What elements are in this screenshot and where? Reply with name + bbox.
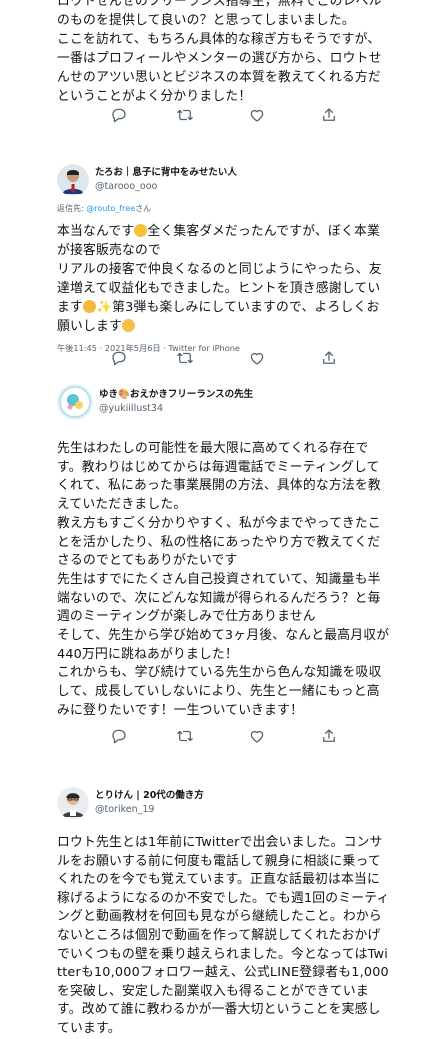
tweet-text: 本当なんです 全く集客ダメだったんですが、ぼく本業が接客販売なので リアルの接客で… — [57, 222, 392, 336]
like-icon[interactable] — [248, 106, 268, 126]
display-name[interactable]: ゆき🎨おえかきフリーランスの先生 — [99, 388, 253, 402]
tweet-actions — [0, 727, 444, 747]
tweet-card: とりけん | 20代の働き方 @toriken_19 ロウト先生とは1年前にTw… — [0, 786, 444, 1039]
tweet-card: ゆき🎨おえかきフリーランスの先生 @yukiillust34 先生はわたしの可能… — [0, 380, 444, 721]
tweet-header: とりけん | 20代の働き方 @toriken_19 — [57, 786, 392, 820]
avatar[interactable] — [57, 384, 93, 420]
tweet-card: たろお｜息子に背中をみせたい人 @tarooo_ooo 返信先: @routo_… — [0, 163, 444, 354]
share-icon[interactable] — [320, 106, 340, 126]
tweet-header: たろお｜息子に背中をみせたい人 @tarooo_ooo — [57, 163, 392, 197]
like-icon[interactable] — [248, 349, 268, 369]
reply-icon[interactable] — [110, 727, 130, 747]
smile-emoji-icon — [83, 300, 96, 313]
display-name[interactable]: とりけん | 20代の働き方 — [95, 789, 204, 803]
reply-icon[interactable] — [110, 349, 130, 369]
rofl-emoji-icon — [134, 224, 148, 237]
reply-prefix: 返信先: — [57, 204, 84, 213]
like-icon[interactable] — [248, 727, 268, 747]
share-icon[interactable] — [320, 349, 340, 369]
retweet-icon[interactable] — [176, 349, 196, 369]
tweet-text: ロウトせんせのフリーランス指導生，無料でこのレベルのものを提供して良いの？と思っ… — [57, 0, 382, 104]
reply-to: 返信先: @routo_freeさん — [57, 203, 392, 214]
avatar[interactable] — [57, 787, 89, 819]
retweet-icon[interactable] — [176, 106, 196, 126]
user-handle[interactable]: @yukiillust34 — [99, 402, 253, 416]
reply-icon[interactable] — [110, 106, 130, 126]
user-handle[interactable]: @tarooo_ooo — [95, 180, 237, 194]
tweet-actions — [0, 349, 444, 369]
tweet-header: ゆき🎨おえかきフリーランスの先生 @yukiillust34 — [57, 380, 392, 424]
tweet-actions — [0, 106, 444, 126]
tweet-text: 先生はわたしの可能性を最大限に高めてくれる存在です。教わりはじめてからは毎週電話… — [57, 441, 390, 718]
tweet-text-part: 本当なんです — [57, 224, 135, 239]
tweet-text: ロウト先生とは1年前にTwitterで出会いました。コンサルをお願いする前に何度… — [57, 835, 390, 1036]
user-handle[interactable]: @toriken_19 — [95, 803, 204, 817]
reply-handle-link[interactable]: @routo_free — [86, 204, 135, 213]
sparkles-emoji-icon: ✨ — [96, 300, 113, 315]
relieved-emoji-icon — [121, 319, 135, 332]
share-icon[interactable] — [320, 727, 340, 747]
retweet-icon[interactable] — [176, 727, 196, 747]
display-name[interactable]: たろお｜息子に背中をみせたい人 — [95, 166, 237, 180]
avatar[interactable] — [57, 164, 89, 196]
reply-suffix: さん — [135, 204, 152, 213]
tweet-card: ロウトせんせのフリーランス指導生，無料でこのレベルのものを提供して良いの？と思っ… — [0, 0, 444, 106]
